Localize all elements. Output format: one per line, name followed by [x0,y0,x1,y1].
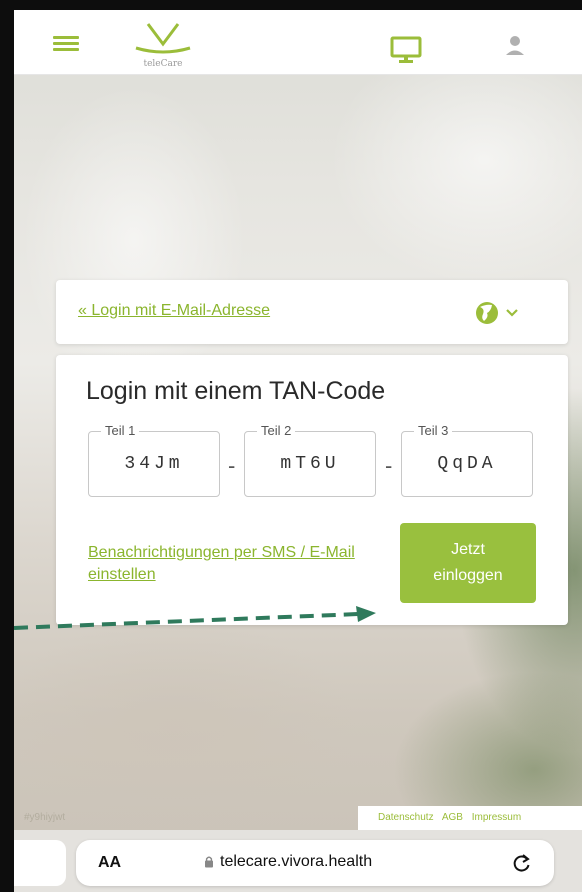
monitor-icon[interactable] [390,36,422,64]
url-text: telecare.vivora.health [204,853,372,871]
privacy-link[interactable]: Datenschutz [378,812,434,823]
previous-tab-pill[interactable] [14,840,66,886]
tan-part-3-field[interactable]: Teil 3 QqDA [401,423,533,497]
tan-login-title: Login mit einem TAN-Code [86,377,386,405]
phone-screen: teleCare « Login mit E-Mail-Adresse Logi… [14,10,582,892]
annotation-arrow [14,606,376,630]
tan-part-1-label: Teil 1 [101,423,140,438]
tan-separator-1: - [228,453,236,478]
login-options-card: « Login mit E-Mail-Adresse [56,280,568,344]
hamburger-menu-icon[interactable] [53,36,79,51]
tan-part-3-value: QqDA [437,454,497,474]
reload-icon[interactable] [512,852,532,874]
top-navigation-bar: teleCare [14,10,582,75]
tan-separator-2: - [385,453,393,478]
url-value: telecare.vivora.health [220,853,373,870]
tan-part-2-value: mT6U [280,454,340,474]
terms-link[interactable]: AGB [442,812,463,823]
user-icon[interactable] [504,34,526,58]
email-login-link[interactable]: « Login mit E-Mail-Adresse [78,302,270,320]
url-field[interactable]: AA telecare.vivora.health [76,840,554,886]
imprint-link[interactable]: Impressum [472,812,521,823]
footer-links: Datenschutz AGB Impressum [358,806,582,830]
tan-part-1-field[interactable]: Teil 1 34Jm [88,423,220,497]
telecare-logo[interactable]: teleCare [118,22,208,72]
hashtag-label: #y9hiyjwt [24,812,66,823]
tan-part-3-label: Teil 3 [414,423,453,438]
logo-text: teleCare [143,59,183,69]
tan-login-card: Login mit einem TAN-Code Teil 1 34Jm - T… [56,355,568,625]
lock-icon [205,856,213,868]
login-button-line-2: einloggen [433,567,503,584]
notification-settings-link[interactable]: Benachrichtigungen per SMS / E-Mail eins… [88,542,388,586]
language-selector[interactable] [474,300,534,326]
browser-address-bar: AA telecare.vivora.health [14,830,582,892]
login-button-line-1: Jetzt [451,541,485,558]
text-size-button[interactable]: AA [98,854,121,872]
tan-part-2-label: Teil 2 [257,423,296,438]
login-button[interactable]: Jetzt einloggen [400,523,536,603]
tan-part-1-value: 34Jm [124,454,184,474]
tan-part-2-field[interactable]: Teil 2 mT6U [244,423,376,497]
